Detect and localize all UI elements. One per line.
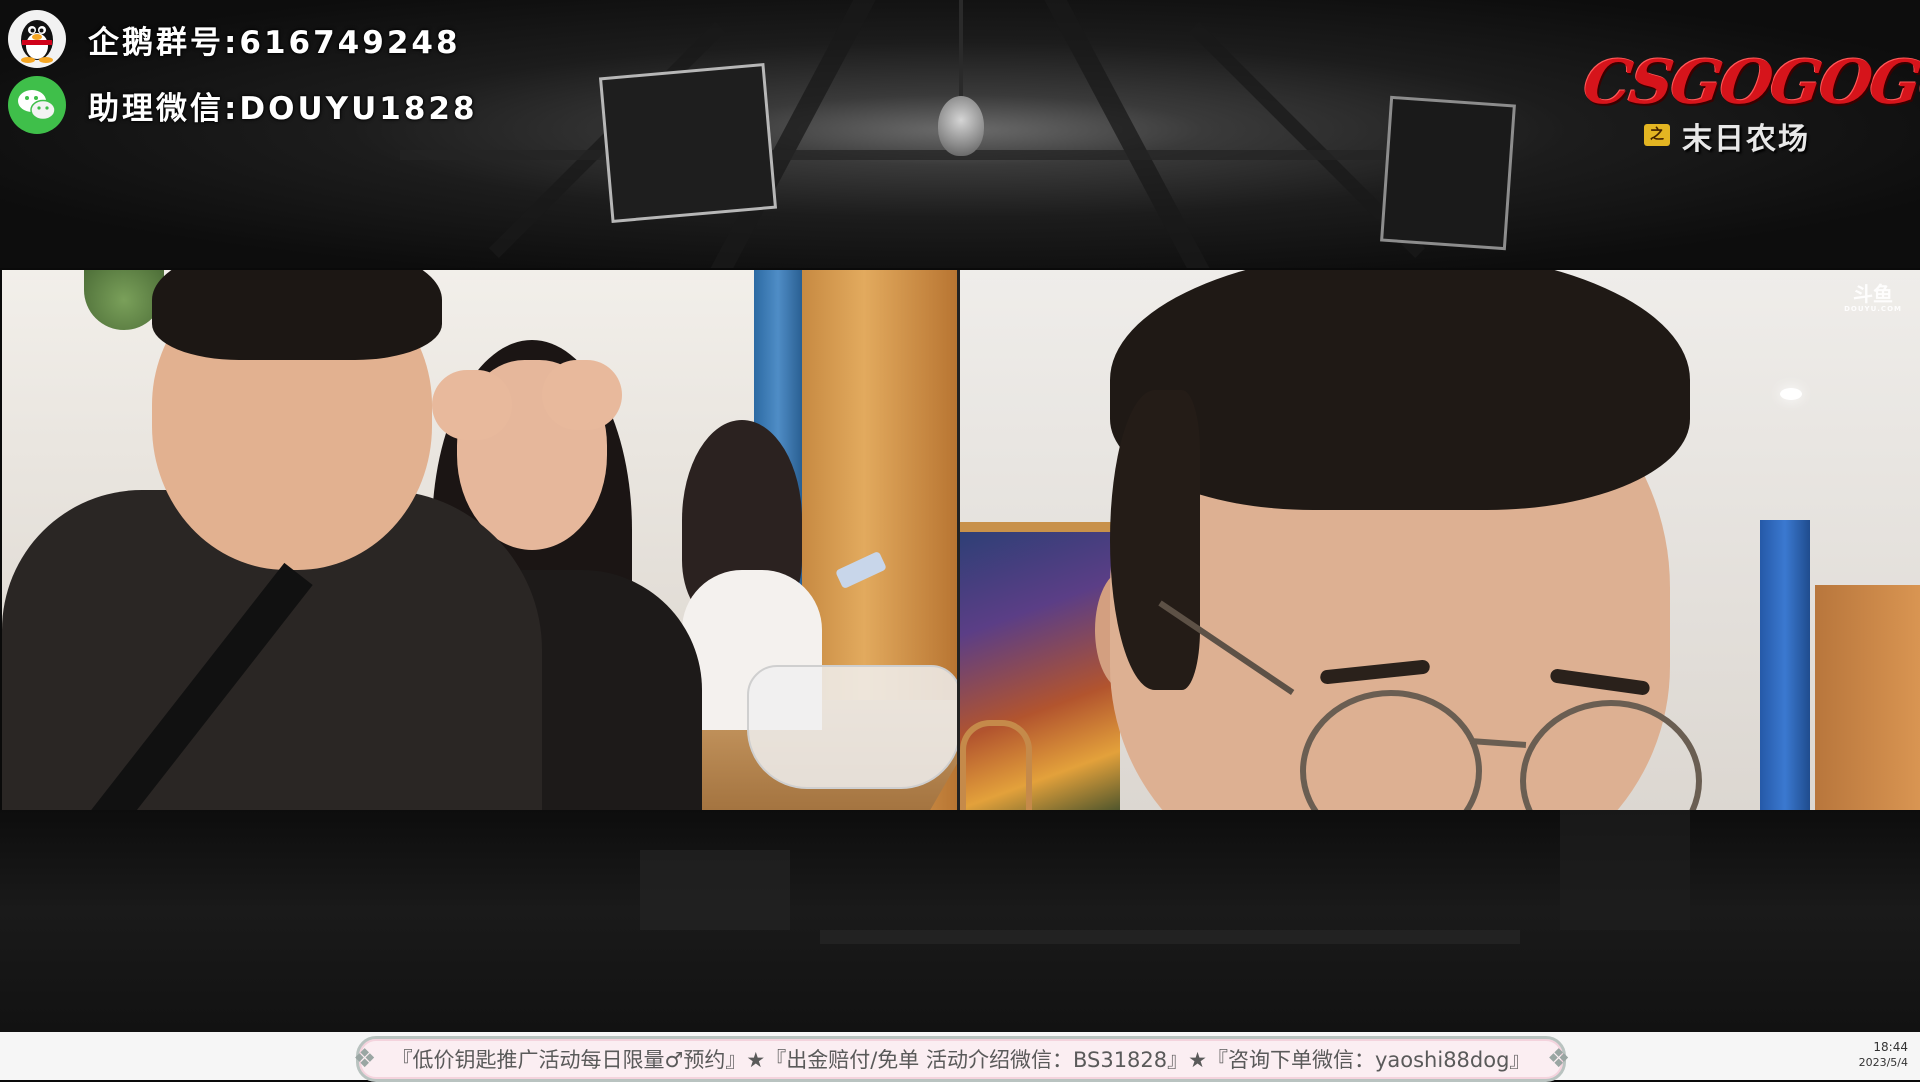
qq-group-number: 企鹅群号:616749248	[88, 24, 461, 61]
curtain	[1760, 520, 1810, 810]
watermark-logo: 斗鱼	[1853, 282, 1894, 306]
qq-group-row: 企鹅群号:616749248	[8, 10, 461, 68]
clock-date: 2023/5/4	[1858, 1056, 1908, 1069]
hanging-bulb	[938, 96, 984, 156]
pinned-photo	[1380, 95, 1516, 251]
person-foreground-hair	[152, 270, 442, 360]
ticker-text: 『低价钥匙推广活动每日限量♂预约』★『出金赔付/免单 活动介绍微信：BS3182…	[391, 1048, 1531, 1072]
clock-time: 18:44	[1873, 1040, 1908, 1054]
logo-subtitle: 末日农场	[1682, 122, 1810, 157]
background-ruin	[1560, 810, 1690, 930]
game-logo: CSGOGOGO 之 末日农场	[1572, 48, 1920, 158]
pinned-photo	[598, 63, 778, 223]
right-video-feed: 斗鱼 DOUYU.COM	[960, 270, 1920, 810]
ticker-ornament-left: ❖	[353, 1044, 377, 1074]
taskbar-clock[interactable]: 18:44 2023/5/4	[1859, 1040, 1908, 1070]
wechat-icon	[8, 76, 66, 134]
ceiling-light	[1780, 388, 1802, 400]
ticker-ornament-right: ❖	[1547, 1044, 1571, 1074]
promo-ticker: ❖ 『低价钥匙推广活动每日限量♂预约』★『出金赔付/免单 活动介绍微信：BS31…	[353, 1036, 1571, 1082]
hand	[432, 370, 512, 440]
douyu-watermark: 斗鱼 DOUYU.COM	[1844, 284, 1902, 313]
hand	[542, 360, 622, 430]
chair	[960, 720, 1032, 810]
assistant-wechat-row: 助理微信:DOUYU1828	[8, 76, 478, 134]
left-video-feed	[2, 270, 957, 810]
wooden-door	[1815, 585, 1920, 810]
ceiling-beam	[1036, 0, 1224, 268]
person-hair-side	[1110, 390, 1200, 690]
bulb-cord	[959, 0, 963, 100]
stream-overlay-banner: 企鹅群号:616749248 助理微信:DOUYU1828 CSGOGOGO 之…	[0, 0, 1920, 268]
assistant-wechat-id: 助理微信:DOUYU1828	[88, 90, 478, 127]
logo-tag: 之	[1644, 124, 1670, 146]
overlay-lower-background	[0, 810, 1920, 1032]
background-road	[820, 930, 1520, 944]
takeout-bowl	[747, 665, 957, 789]
logo-title: CSGOGOGO	[1579, 48, 1920, 118]
watermark-domain: DOUYU.COM	[1844, 305, 1902, 313]
background-ruin	[640, 850, 790, 930]
qq-penguin-icon	[8, 10, 66, 68]
